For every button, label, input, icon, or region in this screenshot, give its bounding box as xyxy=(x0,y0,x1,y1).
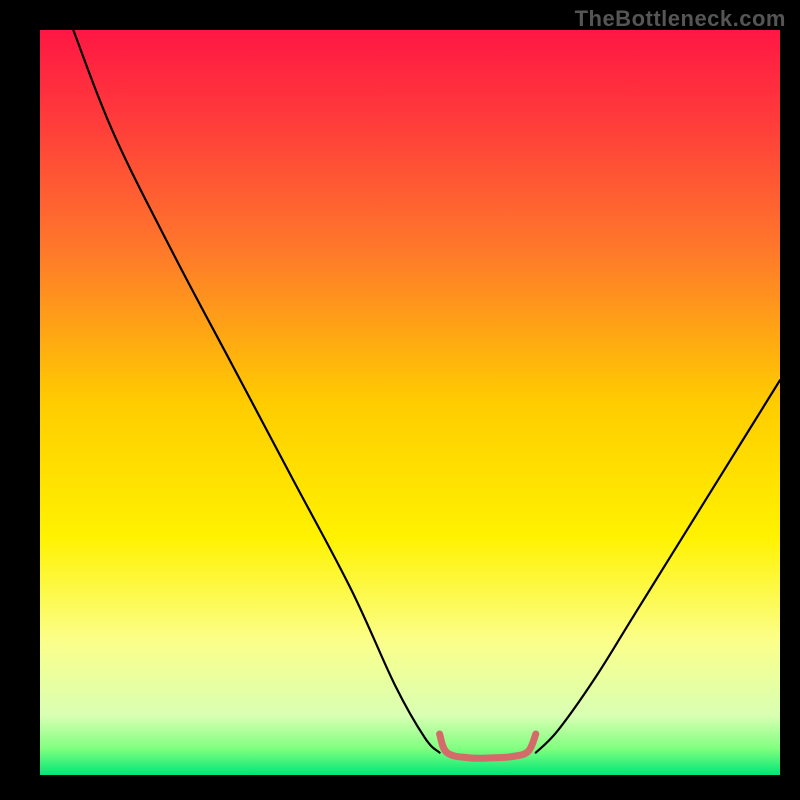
plot-background xyxy=(40,30,780,775)
chart-frame: TheBottleneck.com xyxy=(0,0,800,800)
bottleneck-chart xyxy=(0,0,800,800)
